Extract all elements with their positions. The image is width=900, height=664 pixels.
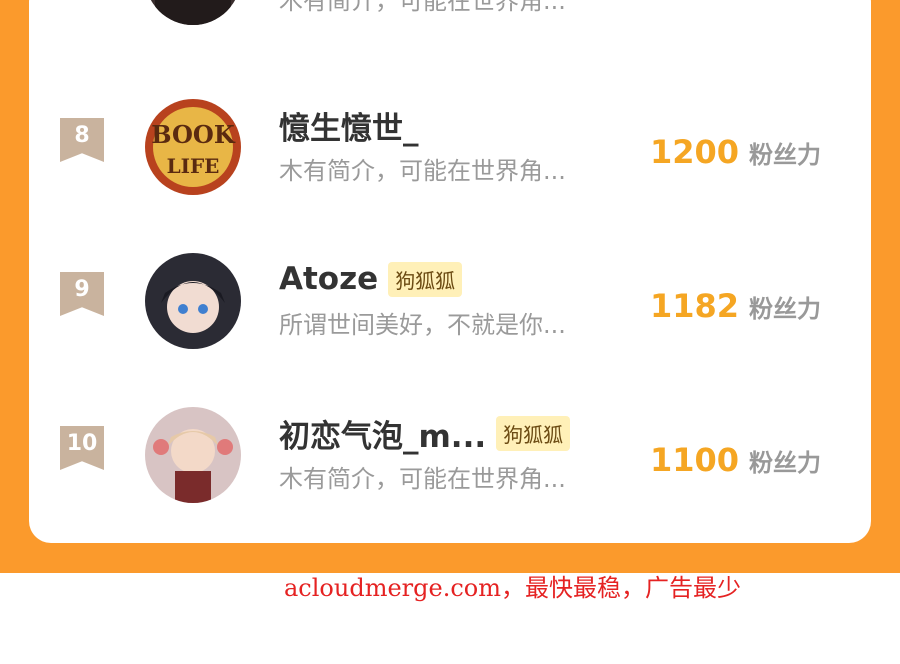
ranking-row[interactable]: 10 初恋气泡_m... 狗狐狐 木有简介，可能在世界角... 1100 粉丝力 — [29, 391, 871, 511]
dark-haired-avatar-icon[interactable] — [145, 0, 241, 25]
user-bio: 木有简介，可能在世界角... — [279, 157, 566, 185]
username[interactable]: 憶生憶世_ — [279, 103, 419, 148]
user-bio: 木有简介，可能在世界角... — [279, 465, 566, 493]
svg-text:LIFE: LIFE — [167, 154, 220, 178]
user-bio: 木有简介，可能在世界角... — [279, 0, 566, 15]
username[interactable]: Atoze — [279, 261, 378, 297]
watermark-text: acloudmerge.com，最快最稳，广告最少 — [284, 574, 741, 602]
ranking-row[interactable]: 8 BOOK LIFE 憶生憶世_ 木有简介，可能在世界角... 1200 粉丝… — [29, 83, 871, 203]
fans-power-value: 1100 — [649, 441, 739, 479]
user-bio: 所谓世间美好，不就是你... — [279, 311, 566, 339]
fans-power-label: 粉丝力 — [749, 295, 821, 323]
ranking-row[interactable]: 9 Atoze 狗狐狐 所谓世间美好，不就是你... 1182 粉丝力 — [29, 237, 871, 357]
fans-power-value: 1182 — [649, 287, 739, 325]
rank-badge: 10 — [60, 426, 104, 470]
svg-text:BOOK: BOOK — [151, 120, 236, 149]
fans-power-label: 粉丝力 — [749, 141, 821, 169]
ranking-row[interactable]: 木有简介，可能在世界角... — [29, 0, 871, 33]
book-of-life-avatar-icon[interactable]: BOOK LIFE — [145, 99, 241, 195]
rank-badge: 8 — [60, 118, 104, 162]
rank-badge: 9 — [60, 272, 104, 316]
fans-power-value: 1200 — [649, 133, 739, 171]
anime-character-pink-avatar-icon[interactable] — [145, 407, 241, 503]
fans-power-label: 粉丝力 — [749, 449, 821, 477]
anime-girl-avatar-icon[interactable] — [145, 253, 241, 349]
ranking-card: 木有简介，可能在世界角... 8 BOOK LIFE 憶生憶世_ 木有简介，可能… — [29, 0, 871, 543]
fan-badge: 狗狐狐 — [496, 415, 571, 451]
fan-badge: 狗狐狐 — [388, 261, 463, 297]
username[interactable]: 初恋气泡_m... — [279, 411, 486, 456]
